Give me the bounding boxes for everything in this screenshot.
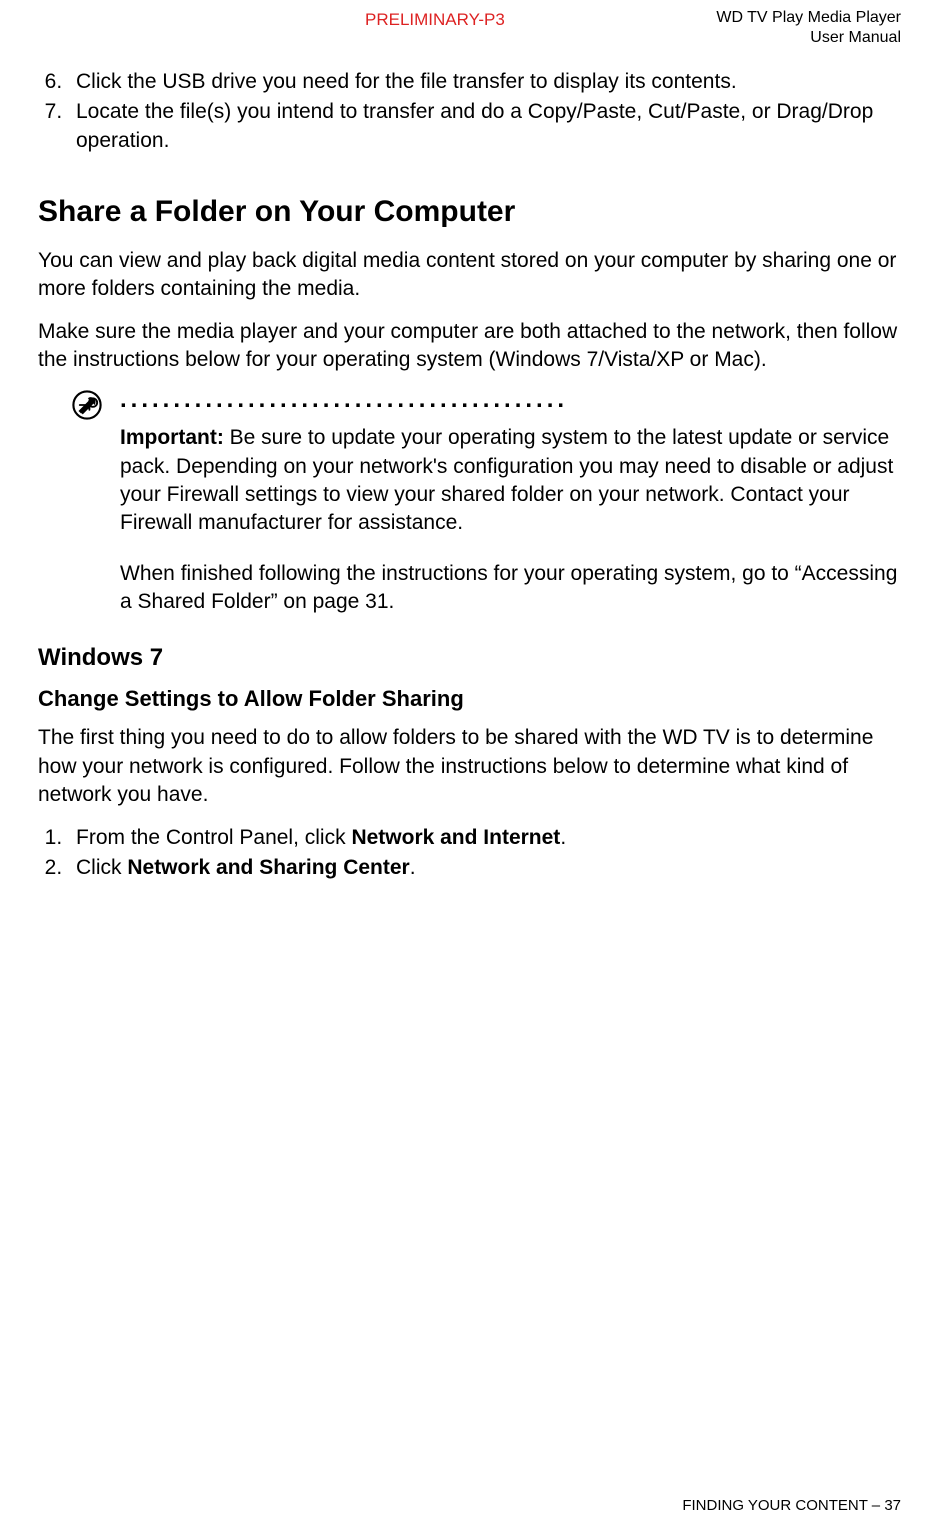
note-separator-dots: ........................................… xyxy=(120,394,901,406)
footer-separator: – xyxy=(868,1497,885,1514)
paragraph-intro-2: Make sure the media player and your comp… xyxy=(38,318,901,375)
header-line-2: User Manual xyxy=(716,28,901,48)
win7-step-1-bold: Network and Internet xyxy=(351,826,560,849)
paragraph-intro-1: You can view and play back digital media… xyxy=(38,247,901,304)
subheading-windows7: Windows 7 xyxy=(38,644,901,672)
note-label: Important: xyxy=(120,426,224,449)
footer-section: FINDING YOUR CONTENT xyxy=(682,1497,867,1514)
win7-step-1: From the Control Panel, click Network an… xyxy=(68,824,901,852)
paragraph-change-settings: The first thing you need to do to allow … xyxy=(38,724,901,809)
preliminary-stamp: PRELIMINARY-P3 xyxy=(365,8,505,30)
page-content: Click the USB drive you need for the fil… xyxy=(0,48,939,882)
continued-steps-list: Click the USB drive you need for the fil… xyxy=(38,68,901,155)
section-heading-share-folder: Share a Folder on Your Computer xyxy=(38,195,901,229)
header-line-1: WD TV Play Media Player xyxy=(716,8,901,28)
win7-step-1-post: . xyxy=(560,826,566,849)
page-footer: FINDING YOUR CONTENT – 37 xyxy=(682,1497,901,1514)
note-content: ........................................… xyxy=(120,394,901,616)
wrench-icon xyxy=(70,388,108,427)
header-product: WD TV Play Media Player User Manual xyxy=(716,8,901,48)
note-followup-text: When finished following the instructions… xyxy=(120,560,901,617)
page-header: PRELIMINARY-P3 WD TV Play Media Player U… xyxy=(0,0,939,48)
step-7: Locate the file(s) you intend to transfe… xyxy=(68,98,901,155)
footer-page-number: 37 xyxy=(884,1497,901,1514)
win7-step-2: Click Network and Sharing Center. xyxy=(68,854,901,882)
win7-step-1-pre: From the Control Panel, click xyxy=(76,826,351,849)
important-note-block: ........................................… xyxy=(38,394,901,616)
note-important-text: Important: Be sure to update your operat… xyxy=(120,424,901,537)
win7-step-2-bold: Network and Sharing Center xyxy=(127,856,409,879)
note-body: Be sure to update your operating system … xyxy=(120,426,893,534)
subsubheading-change-settings: Change Settings to Allow Folder Sharing xyxy=(38,686,901,712)
win7-step-2-post: . xyxy=(410,856,416,879)
step-6: Click the USB drive you need for the fil… xyxy=(68,68,901,96)
win7-steps-list: From the Control Panel, click Network an… xyxy=(38,824,901,883)
win7-step-2-pre: Click xyxy=(76,856,127,879)
